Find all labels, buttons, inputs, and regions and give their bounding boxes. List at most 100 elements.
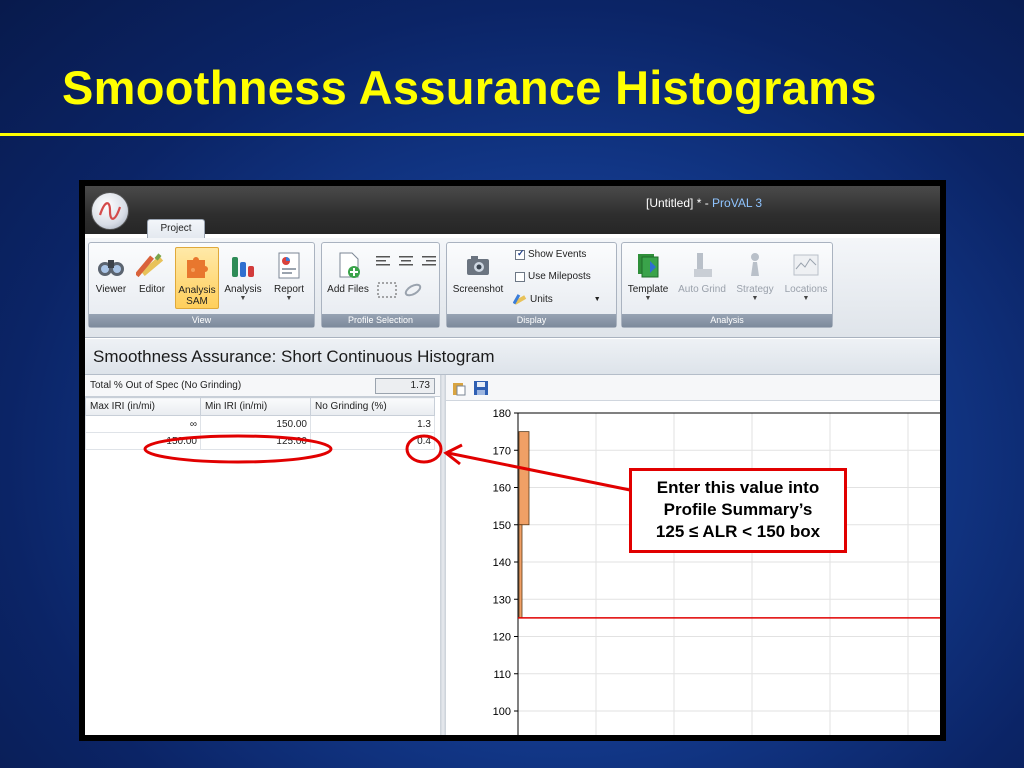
template-label: Template [627, 284, 669, 295]
analysis-sam-button[interactable]: Analysis SAM [175, 247, 219, 309]
proval-window: [Untitled] * - ProVAL 3 Project Viewer E… [85, 186, 940, 735]
grinder-icon [694, 253, 712, 277]
table-cell[interactable]: 1.3 [310, 415, 435, 433]
histogram-bar [518, 524, 523, 619]
callout-line: Profile Summary’s [663, 500, 813, 519]
annotation-callout: Enter this value into Profile Summary’s … [629, 468, 847, 553]
pencil-ruler-icon [136, 253, 164, 278]
editor-label: Editor [138, 284, 166, 295]
locations-button[interactable]: Locations ▼ [782, 247, 830, 309]
use-mileposts-label: Use Mileposts [528, 271, 591, 282]
y-tick-label: 130 [493, 594, 511, 606]
window-title: [Untitled] * - ProVAL 3 [646, 196, 762, 210]
table-cell[interactable]: 125.00 [200, 432, 311, 450]
y-tick-label: 180 [493, 408, 511, 420]
viewer-button[interactable]: Viewer [92, 247, 130, 309]
analysis-button[interactable]: Analysis ▼ [222, 247, 264, 309]
align-right-icon[interactable] [418, 253, 438, 269]
editor-button[interactable]: Editor [133, 247, 171, 309]
callout-line: Enter this value into [656, 478, 820, 497]
use-mileposts-checkbox[interactable]: Use Mileposts [515, 271, 591, 282]
profile-check-icon [793, 254, 819, 276]
total-out-of-spec-value: 1.73 [375, 378, 435, 394]
plot-area [518, 413, 940, 735]
template-button[interactable]: Template ▼ [625, 247, 671, 309]
show-events-label: Show Events [528, 249, 587, 260]
ruler-icon [513, 294, 527, 305]
screenshot-button[interactable]: Screenshot [449, 247, 507, 309]
table-header-row: Max IRI (in/mi) Min IRI (in/mi) No Grind… [85, 397, 435, 416]
total-out-of-spec-label: Total % Out of Spec (No Grinding) [90, 380, 242, 391]
show-events-check-icon[interactable] [515, 248, 525, 260]
ribbon-group-profile-selection: Add Files Profile Selection [321, 242, 440, 328]
table-cell[interactable]: 150.00 [200, 415, 311, 433]
app-menu-button[interactable] [91, 192, 129, 230]
binoculars-icon [98, 260, 124, 276]
y-tick-label: 170 [493, 445, 511, 457]
group-label-view: View [89, 314, 314, 327]
title-bar: [Untitled] * - ProVAL 3 Project [85, 186, 940, 239]
select-region-icon[interactable] [376, 281, 398, 299]
analysis-sam-label-2: SAM [186, 296, 208, 307]
report-label: Report [273, 284, 304, 295]
paste-icon[interactable] [451, 380, 467, 396]
total-out-of-spec-row: Total % Out of Spec (No Grinding) 1.73 [85, 375, 440, 397]
units-label: Units [530, 293, 553, 305]
tab-project[interactable]: Project [147, 219, 205, 239]
table-row[interactable]: ∞ 150.00 1.3 [85, 415, 435, 433]
align-left-icon[interactable] [374, 253, 394, 269]
ribbon-group-view: Viewer Editor Analysis SAM Analysis ▼ Re… [88, 242, 315, 328]
column-header-min-iri[interactable]: Min IRI (in/mi) [200, 397, 311, 416]
align-center-icon[interactable] [396, 253, 416, 269]
puzzle-icon [187, 257, 208, 278]
callout-line: 125 ≤ ALR < 150 box [655, 522, 821, 541]
link-icon[interactable] [402, 281, 424, 299]
ribbon: Viewer Editor Analysis SAM Analysis ▼ Re… [85, 238, 940, 338]
chevron-down-icon: ▼ [239, 295, 247, 302]
chevron-down-icon: ▼ [593, 295, 601, 303]
group-label-analysis: Analysis [622, 314, 832, 327]
use-mileposts-check-icon[interactable] [515, 271, 525, 282]
y-axis-ticks: 180 170 160 150 140 130 120 110 100 [493, 408, 518, 718]
strategy-label: Strategy [736, 284, 774, 295]
report-button[interactable]: Report ▼ [269, 247, 309, 309]
title-rule [0, 133, 1024, 136]
report-icon [278, 252, 300, 279]
chart-toolbar [446, 375, 940, 401]
units-dropdown[interactable]: Units ▼ [513, 293, 601, 305]
ribbon-group-display: Screenshot Show Events Use Mileposts Uni… [446, 242, 617, 328]
chess-piece-icon [751, 253, 759, 276]
analysis-label: Analysis [224, 284, 262, 295]
template-icon [638, 254, 659, 278]
save-icon[interactable] [473, 380, 489, 396]
column-header-max-iri[interactable]: Max IRI (in/mi) [85, 397, 201, 416]
analysis-sam-label-1: Analysis [178, 285, 216, 296]
group-label-profile-selection: Profile Selection [322, 314, 439, 327]
table-row[interactable]: 150.00 125.00 0.4 [85, 432, 435, 450]
locations-label: Locations [784, 284, 828, 295]
viewer-label: Viewer [95, 284, 127, 295]
histogram-table: Max IRI (in/mi) Min IRI (in/mi) No Grind… [85, 397, 435, 450]
y-tick-label: 110 [493, 669, 511, 681]
table-cell[interactable]: ∞ [85, 415, 201, 433]
strategy-button[interactable]: Strategy ▼ [732, 247, 778, 309]
table-cell[interactable]: 0.4 [310, 432, 435, 450]
slide-title: Smoothness Assurance Histograms [62, 61, 877, 114]
ribbon-group-analysis: Template ▼ Auto Grind Strategy ▼ Locatio… [621, 242, 833, 328]
show-events-checkbox[interactable]: Show Events [515, 248, 587, 260]
group-label-display: Display [447, 314, 616, 327]
proval-logo-icon [98, 202, 122, 220]
panel-header: Smoothness Assurance: Short Continuous H… [85, 339, 940, 375]
column-header-no-grinding[interactable]: No Grinding (%) [310, 397, 435, 416]
window-title-brand: ProVAL 3 [712, 196, 763, 210]
auto-grind-button[interactable]: Auto Grind [676, 247, 728, 309]
y-tick-label: 100 [493, 706, 511, 718]
table-cell[interactable]: 150.00 [85, 432, 201, 450]
camera-icon [467, 256, 489, 275]
add-file-icon [339, 252, 360, 278]
chevron-down-icon: ▼ [802, 295, 810, 302]
add-files-button[interactable]: Add Files [325, 247, 371, 309]
y-tick-label: 160 [493, 483, 511, 495]
panel-title: Smoothness Assurance: Short Continuous H… [93, 347, 495, 366]
bar-chart-icon [232, 257, 254, 277]
